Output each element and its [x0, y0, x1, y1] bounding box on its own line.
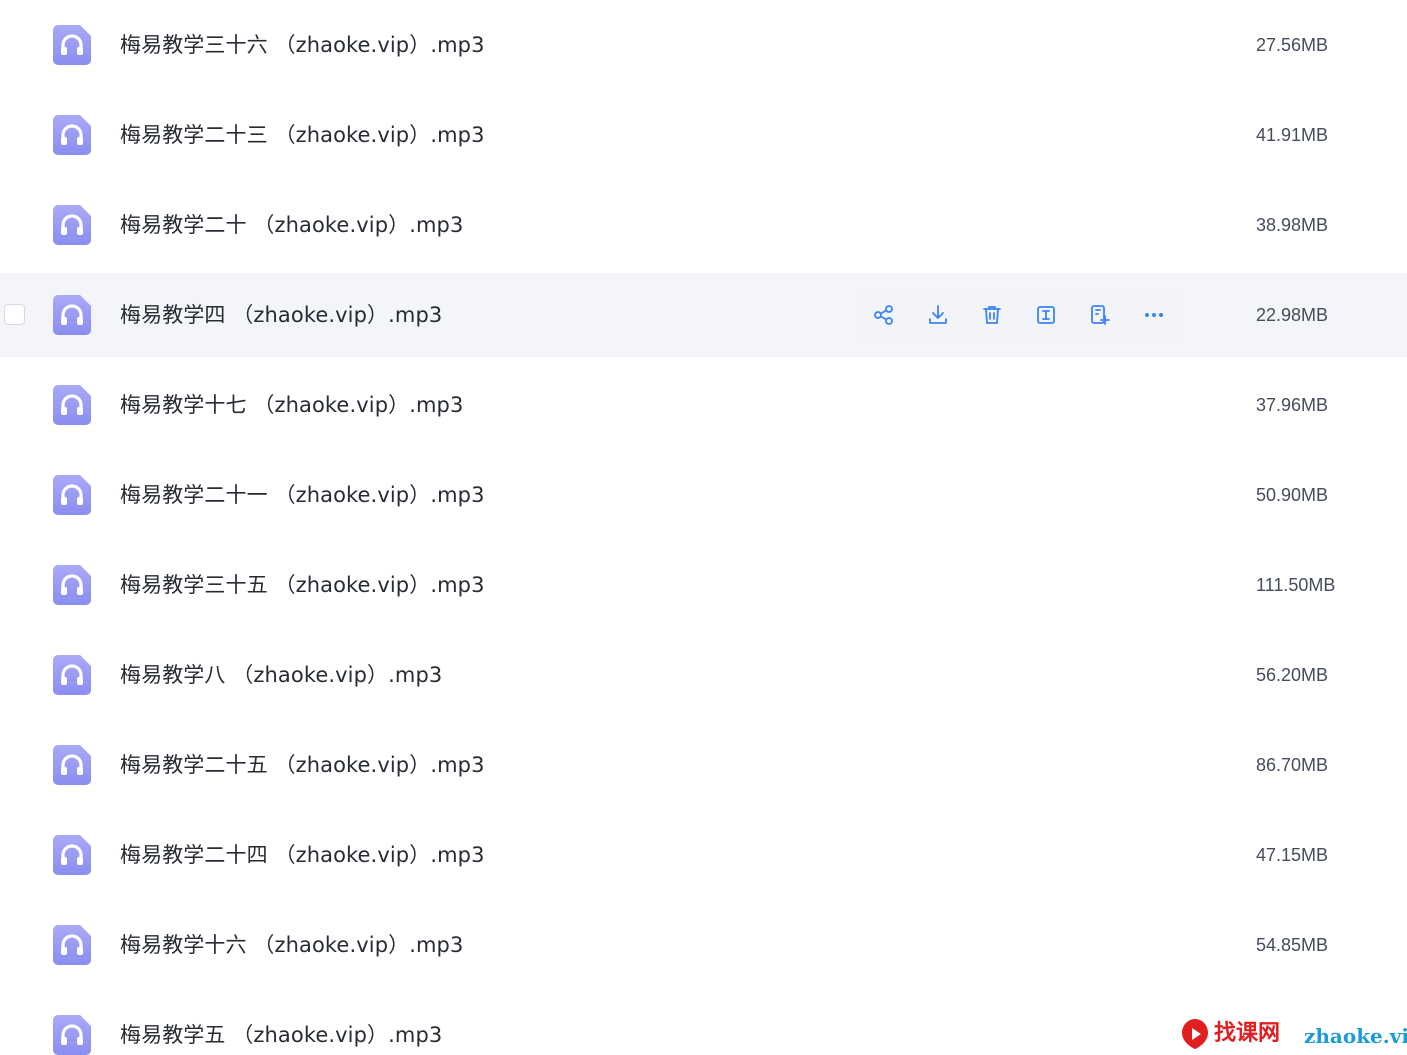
rename-icon[interactable]	[1034, 303, 1058, 327]
file-name[interactable]: 梅易教学十六 （zhaoke.vip）.mp3	[120, 931, 463, 959]
file-name[interactable]: 梅易教学二十四 （zhaoke.vip）.mp3	[120, 841, 485, 869]
file-size: 37.96MB	[1256, 395, 1329, 415]
file-size: 54.85MB	[1256, 935, 1329, 955]
file-name[interactable]: 梅易教学二十三 （zhaoke.vip）.mp3	[120, 121, 485, 149]
file-name[interactable]: 梅易教学五 （zhaoke.vip）.mp3	[120, 1021, 442, 1049]
headphones-icon	[53, 1015, 91, 1055]
row-checkbox[interactable]	[4, 304, 25, 325]
file-size: 22.98MB	[1256, 305, 1329, 325]
file-name[interactable]: 梅易教学二十一 （zhaoke.vip）.mp3	[120, 481, 485, 509]
headphones-icon	[53, 25, 91, 65]
file-size: 50.90MB	[1256, 485, 1329, 505]
headphones-icon	[53, 115, 91, 155]
watermark-logo-icon	[1180, 1018, 1210, 1050]
file-list: 梅易教学三十六 （zhaoke.vip）.mp3 27.56MB 梅易教学二十三 （…	[0, 0, 1407, 1055]
headphones-icon	[53, 565, 91, 605]
more-icon[interactable]	[1142, 303, 1166, 327]
file-size: 38.98MB	[1256, 215, 1329, 235]
file-name[interactable]: 梅易教学三十五 （zhaoke.vip）.mp3	[120, 571, 485, 599]
file-row[interactable]: 梅易教学四 （zhaoke.vip）.mp3 22.98MB	[0, 273, 1407, 357]
headphones-icon	[53, 385, 91, 425]
file-row[interactable]: 梅易教学十六 （zhaoke.vip）.mp3 54.85MB	[0, 903, 1407, 987]
watermark-cn-text: 找课网	[1214, 1021, 1281, 1046]
file-size: 41.91MB	[1256, 125, 1329, 145]
headphones-icon	[53, 835, 91, 875]
file-row[interactable]: 梅易教学二十 （zhaoke.vip）.mp3 38.98MB	[0, 183, 1407, 267]
file-row[interactable]: 梅易教学三十六 （zhaoke.vip）.mp3 27.56MB	[0, 3, 1407, 87]
file-row[interactable]: 梅易教学二十一 （zhaoke.vip）.mp3 50.90MB	[0, 453, 1407, 537]
file-row[interactable]: 梅易教学二十五 （zhaoke.vip）.mp3 86.70MB	[0, 723, 1407, 807]
watermark: 找课网 zhaoke.vip	[1180, 1016, 1407, 1052]
file-name[interactable]: 梅易教学二十 （zhaoke.vip）.mp3	[120, 211, 463, 239]
file-size: 47.15MB	[1256, 845, 1329, 865]
headphones-icon	[53, 205, 91, 245]
headphones-icon	[53, 295, 91, 335]
file-name[interactable]: 梅易教学四 （zhaoke.vip）.mp3	[120, 301, 442, 329]
file-row[interactable]: 梅易教学二十三 （zhaoke.vip）.mp3 41.91MB	[0, 93, 1407, 177]
row-actions-toolbar	[860, 291, 1182, 339]
file-name[interactable]: 梅易教学八 （zhaoke.vip）.mp3	[120, 661, 442, 689]
file-size: 86.70MB	[1256, 755, 1329, 775]
file-size: 27.56MB	[1256, 35, 1329, 55]
headphones-icon	[53, 745, 91, 785]
file-name[interactable]: 梅易教学十七 （zhaoke.vip）.mp3	[120, 391, 463, 419]
headphones-icon	[53, 655, 91, 695]
file-name[interactable]: 梅易教学三十六 （zhaoke.vip）.mp3	[120, 31, 485, 59]
share-icon[interactable]	[872, 303, 896, 327]
file-row[interactable]: 梅易教学八 （zhaoke.vip）.mp3 56.20MB	[0, 633, 1407, 717]
delete-icon[interactable]	[980, 303, 1004, 327]
headphones-icon	[53, 925, 91, 965]
watermark-en-text: zhaoke.vip	[1304, 1024, 1407, 1048]
download-icon[interactable]	[926, 303, 950, 327]
file-name[interactable]: 梅易教学二十五 （zhaoke.vip）.mp3	[120, 751, 485, 779]
file-row[interactable]: 梅易教学三十五 （zhaoke.vip）.mp3 111.50MB	[0, 543, 1407, 627]
file-row[interactable]: 梅易教学十七 （zhaoke.vip）.mp3 37.96MB	[0, 363, 1407, 447]
headphones-icon	[53, 475, 91, 515]
file-size: 56.20MB	[1256, 665, 1329, 685]
file-row[interactable]: 梅易教学二十四 （zhaoke.vip）.mp3 47.15MB	[0, 813, 1407, 897]
file-size: 111.50MB	[1256, 575, 1336, 595]
copy-to-icon[interactable]	[1088, 303, 1112, 327]
